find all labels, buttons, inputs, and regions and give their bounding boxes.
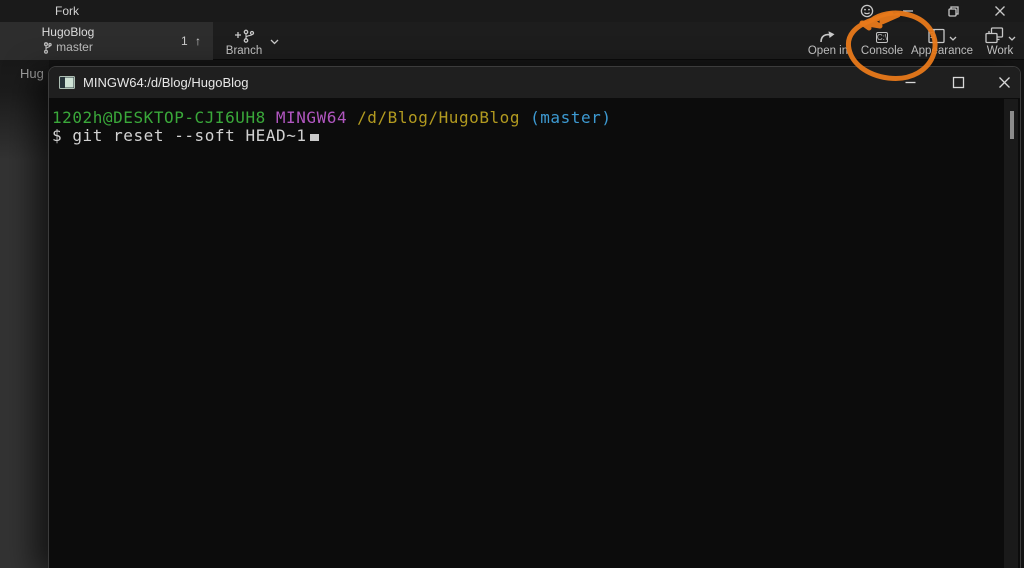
close-icon [994, 5, 1006, 17]
terminal-command-line: $ git reset --soft HEAD~1 [52, 127, 996, 145]
terminal-prompt-line: 1202h@DESKTOP-CJI6UH8 MINGW64/d/Blog/Hugo… [52, 109, 996, 127]
terminal-scrollbar-thumb[interactable] [1010, 111, 1014, 139]
fork-window-title: Fork [55, 4, 79, 18]
restore-icon [947, 5, 960, 18]
open-in-arrow-icon [819, 29, 837, 44]
terminal-output[interactable]: 1202h@DESKTOP-CJI6UH8 MINGW64/d/Blog/Hugo… [49, 98, 1020, 145]
plus-branch-icon [233, 28, 255, 44]
prompt-path: /d/Blog/HugoBlog [357, 108, 520, 127]
appearance-label: Appearance [910, 45, 974, 57]
fork-minimize-button[interactable] [893, 0, 923, 22]
appearance-chevron-icon [949, 36, 957, 41]
minimize-icon [904, 76, 917, 89]
command-text: $ git reset --soft HEAD~1 [52, 126, 307, 145]
fork-sidebar-strip [0, 60, 49, 568]
maximize-icon [952, 76, 965, 89]
branch-button-label: Branch [218, 45, 270, 57]
fork-partial-header-text: Hug [20, 66, 44, 81]
terminal-titlebar[interactable]: MINGW64:/d/Blog/HugoBlog [49, 67, 1020, 98]
prompt-msystem: MINGW64 [276, 108, 347, 127]
terminal-close-button[interactable] [988, 67, 1020, 98]
tab-ahead-badge: 1 ↑ [181, 34, 203, 48]
feedback-button[interactable] [852, 0, 882, 22]
terminal-title: MINGW64:/d/Blog/HugoBlog [83, 67, 248, 98]
mintty-app-icon [59, 76, 75, 89]
console-label: Console [856, 45, 908, 57]
smiley-icon [860, 4, 874, 18]
branch-icon [43, 42, 52, 54]
open-in-button[interactable]: Open in [800, 26, 856, 59]
fork-close-button[interactable] [985, 0, 1015, 22]
work-label: Work [976, 45, 1024, 57]
work-chevron-icon [1008, 36, 1016, 41]
branch-button[interactable]: Branch [218, 26, 270, 59]
fork-toolbar: HugoBlog master 1 ↑ [0, 22, 1024, 60]
close-icon [998, 76, 1011, 89]
terminal-window: MINGW64:/d/Blog/HugoBlog 1202h@DESKTOP-C… [48, 66, 1021, 568]
tab-branch-name: master [56, 40, 93, 55]
terminal-minimize-button[interactable] [894, 67, 926, 98]
terminal-cursor [310, 134, 319, 141]
console-button[interactable]: C:\ Console [856, 26, 908, 59]
prompt-user-host: 1202h@DESKTOP-CJI6UH8 [52, 108, 266, 127]
workspace-button[interactable]: Work [976, 26, 1024, 59]
branch-chevron-icon[interactable] [270, 39, 279, 45]
open-in-label: Open in [800, 45, 856, 57]
appearance-button[interactable]: Appearance [910, 26, 974, 59]
tab-repo-name: HugoBlog [8, 25, 128, 40]
repo-tab-hugoblog[interactable]: HugoBlog master 1 ↑ [0, 22, 213, 60]
terminal-maximize-button[interactable] [942, 67, 974, 98]
prompt-branch: (master) [530, 108, 611, 127]
fork-titlebar: Fork [0, 0, 1024, 22]
console-icon: C:\ [876, 31, 888, 44]
minimize-icon [902, 5, 914, 17]
stacked-windows-icon [985, 27, 1005, 44]
terminal-scrollbar-track[interactable] [1004, 99, 1018, 568]
fork-restore-button[interactable] [938, 0, 968, 22]
appearance-layout-icon [928, 28, 946, 44]
